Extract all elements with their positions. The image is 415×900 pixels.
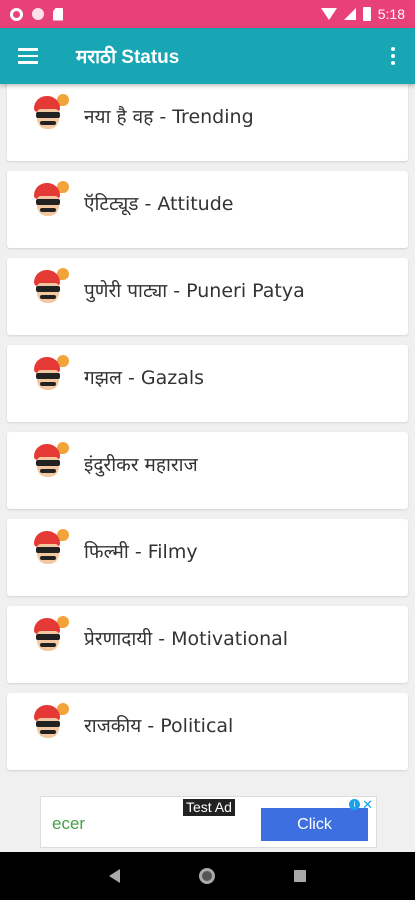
- turban-avatar-icon: [31, 355, 71, 395]
- navigation-bar: [0, 852, 415, 900]
- ad-info-icon[interactable]: i: [349, 799, 360, 810]
- recent-apps-icon[interactable]: [293, 870, 306, 882]
- category-item[interactable]: प्रेरणादायी - Motivational: [7, 606, 408, 683]
- category-label: प्रेरणादायी - Motivational: [84, 628, 289, 650]
- turban-avatar-icon: [31, 529, 71, 569]
- battery-icon: [362, 7, 371, 21]
- turban-avatar-icon: [31, 94, 71, 134]
- category-item[interactable]: गझल - Gazals: [7, 345, 408, 422]
- ad-brand[interactable]: ecer: [52, 814, 85, 834]
- category-label: राजकीय - Political: [84, 715, 234, 737]
- category-item[interactable]: फिल्मी - Filmy: [7, 519, 408, 596]
- category-label: इंदुरीकर महाराज: [84, 454, 198, 476]
- status-time: 5:18: [377, 6, 405, 22]
- ad-click-button[interactable]: Click: [261, 808, 368, 841]
- turban-avatar-icon: [31, 616, 71, 656]
- ad-tag: Test Ad: [183, 799, 235, 816]
- back-icon[interactable]: [109, 869, 121, 883]
- category-label: फिल्मी - Filmy: [84, 541, 198, 563]
- home-icon[interactable]: [198, 868, 215, 884]
- app-title: मराठी Status: [76, 47, 180, 68]
- turban-avatar-icon: [31, 181, 71, 221]
- category-label: ऍटिट्यूड - Attitude: [84, 193, 234, 215]
- hamburger-menu-icon[interactable]: [0, 28, 56, 84]
- signal-icon: [343, 8, 356, 20]
- turban-avatar-icon: [31, 268, 71, 308]
- ad-banner[interactable]: Test Ad ecer Click i ✕: [40, 796, 377, 848]
- circle-icon: [32, 8, 44, 20]
- app-bar: मराठी Status: [0, 28, 415, 84]
- overflow-menu-icon[interactable]: [371, 28, 415, 84]
- status-bar: 5:18: [0, 0, 415, 28]
- category-item[interactable]: राजकीय - Political: [7, 693, 408, 770]
- ad-close-icon[interactable]: ✕: [362, 797, 373, 813]
- sd-card-icon: [53, 7, 63, 21]
- gear-icon: [10, 7, 23, 21]
- category-item[interactable]: ऍटिट्यूड - Attitude: [7, 171, 408, 248]
- category-item[interactable]: इंदुरीकर महाराज: [7, 432, 408, 509]
- wifi-icon: [320, 8, 337, 20]
- category-label: गझल - Gazals: [84, 367, 205, 389]
- turban-avatar-icon: [31, 442, 71, 482]
- category-item[interactable]: पुणेरी पाट्या - Puneri Patya: [7, 258, 408, 335]
- category-label: नया है वह - Trending: [84, 106, 254, 128]
- category-item[interactable]: नया है वह - Trending: [7, 84, 408, 161]
- category-list: नया है वह - Trending ऍटिट्यूड - Attitude प…: [0, 84, 415, 795]
- turban-avatar-icon: [31, 703, 71, 743]
- category-label: पुणेरी पाट्या - Puneri Patya: [84, 280, 305, 302]
